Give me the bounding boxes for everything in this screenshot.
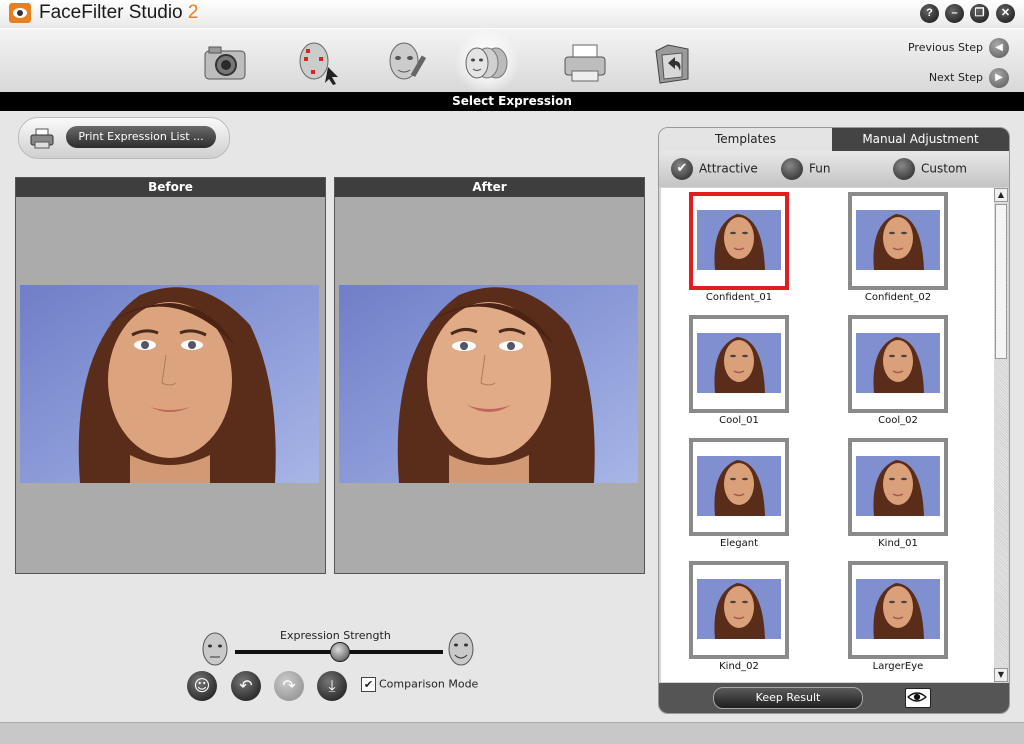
template-photo: [856, 579, 940, 639]
face-points-icon[interactable]: [292, 37, 342, 87]
next-step-button[interactable]: Next Step ▶: [929, 68, 1009, 88]
template-label: LargerEye: [872, 661, 924, 672]
eye-preview-button[interactable]: [905, 688, 931, 708]
smiley-icon: ☺: [193, 676, 211, 695]
before-photo: [20, 285, 319, 483]
printer-small-icon: [29, 127, 55, 149]
after-label: After: [335, 178, 644, 197]
after-panel: After: [334, 177, 645, 574]
template-thumbnail[interactable]: [848, 315, 948, 413]
template-photo: [856, 456, 940, 516]
undo-icon: ↶: [239, 676, 253, 695]
template-label: Confident_02: [864, 292, 932, 303]
expression-library-panel: Templates Manual Adjustment ✔ Attractive …: [658, 127, 1010, 714]
save-image-button[interactable]: ⤓: [317, 671, 347, 701]
arrow-right-icon: ▶: [989, 68, 1009, 88]
template-thumbnail[interactable]: [689, 315, 789, 413]
scroll-down-icon[interactable]: ▼: [994, 668, 1008, 682]
checkbox-check-icon: ✔: [361, 677, 376, 692]
print-expression-group: Print Expression List ...: [18, 117, 230, 159]
camera-icon[interactable]: [200, 37, 250, 87]
expression-face-button[interactable]: ☺: [187, 671, 217, 701]
check-radio-icon: ✔: [671, 158, 693, 180]
template-label: Confident_01: [705, 292, 773, 303]
radio-fun[interactable]: Fun: [781, 158, 830, 180]
print-expression-list-button[interactable]: Print Expression List ...: [66, 126, 216, 148]
tab-templates[interactable]: Templates: [659, 128, 832, 151]
previous-step-label: Previous Step: [907, 41, 983, 54]
template-thumbnail[interactable]: [689, 561, 789, 659]
template-photo: [697, 456, 781, 516]
expression-strength-handle[interactable]: [330, 642, 350, 662]
undo-button[interactable]: ↶: [231, 671, 261, 701]
template-thumbnail[interactable]: [689, 438, 789, 536]
save-folder-icon[interactable]: [648, 37, 698, 87]
redo-icon: ↷: [282, 676, 296, 695]
template-thumbnail[interactable]: [689, 192, 789, 290]
template-photo: [697, 333, 781, 393]
comparison-mode-label: Comparison Mode: [379, 677, 479, 691]
redo-button[interactable]: ↷: [274, 671, 304, 701]
expression-strength-control: Expression Strength ☺ ↶ ↷ ⤓ ✔ Comparison …: [187, 625, 495, 705]
app-logo-icon: [9, 3, 31, 23]
radio-icon: [781, 158, 803, 180]
minimize-button[interactable]: –: [945, 4, 964, 23]
comparison-mode-checkbox[interactable]: ✔ Comparison Mode: [361, 677, 478, 692]
neutral-face-icon: [202, 632, 228, 666]
scrollbar-thumb[interactable]: [995, 204, 1007, 359]
close-button[interactable]: ✕: [996, 4, 1015, 23]
template-photo: [856, 210, 940, 270]
template-scrollbar[interactable]: ▲ ▼: [994, 188, 1008, 682]
template-label: Kind_02: [719, 661, 759, 672]
eye-icon: [907, 692, 927, 702]
template-photo: [856, 333, 940, 393]
template-photo: [697, 579, 781, 639]
tab-manual-adjustment[interactable]: Manual Adjustment: [832, 128, 1009, 151]
radio-icon: [893, 158, 915, 180]
save-download-icon: ⤓: [328, 676, 336, 695]
arrow-left-icon: ◀: [989, 38, 1009, 58]
radio-attractive[interactable]: ✔ Attractive: [671, 158, 758, 180]
step-toolbar: Previous Step ◀ Next Step ▶: [0, 28, 1024, 93]
keep-result-button[interactable]: Keep Result: [713, 687, 863, 709]
status-bar: [0, 722, 1024, 744]
template-photo: [697, 210, 781, 270]
restore-button[interactable]: ❐: [970, 4, 989, 23]
title-bar: FaceFilter Studio 2 ? – ❐ ✕: [0, 0, 1024, 28]
previous-step-button[interactable]: Previous Step ◀: [908, 38, 1009, 58]
category-radio-group: ✔ Attractive Fun Custom: [659, 151, 1009, 187]
before-panel: Before: [15, 177, 326, 574]
template-thumbnail-grid: Confident_01 Confident_02 Cool_01 Cool_02 El…: [661, 188, 994, 682]
before-label: Before: [16, 178, 325, 197]
next-step-label: Next Step: [928, 71, 983, 84]
template-thumbnail[interactable]: [848, 438, 948, 536]
smiling-face-icon: [448, 632, 474, 666]
template-label: Cool_02: [878, 415, 918, 426]
radio-custom[interactable]: Custom: [893, 158, 967, 180]
template-label: Elegant: [720, 538, 758, 549]
template-thumbnail[interactable]: [848, 561, 948, 659]
after-photo: [339, 285, 638, 483]
app-title: FaceFilter Studio 2: [39, 2, 199, 23]
template-label: Cool_01: [719, 415, 759, 426]
library-tabs: Templates Manual Adjustment: [659, 128, 1009, 151]
expression-strength-label: Expression Strength: [280, 629, 391, 642]
library-footer: Keep Result: [659, 683, 1009, 713]
expression-faces-icon[interactable]: [452, 31, 522, 93]
scroll-up-icon[interactable]: ▲: [994, 188, 1008, 202]
template-thumbnail[interactable]: [848, 192, 948, 290]
help-button[interactable]: ?: [920, 4, 939, 23]
template-label: Kind_01: [878, 538, 918, 549]
section-title: Select Expression: [0, 92, 1024, 111]
printer-icon[interactable]: [560, 37, 610, 87]
face-edit-icon[interactable]: [382, 37, 432, 87]
